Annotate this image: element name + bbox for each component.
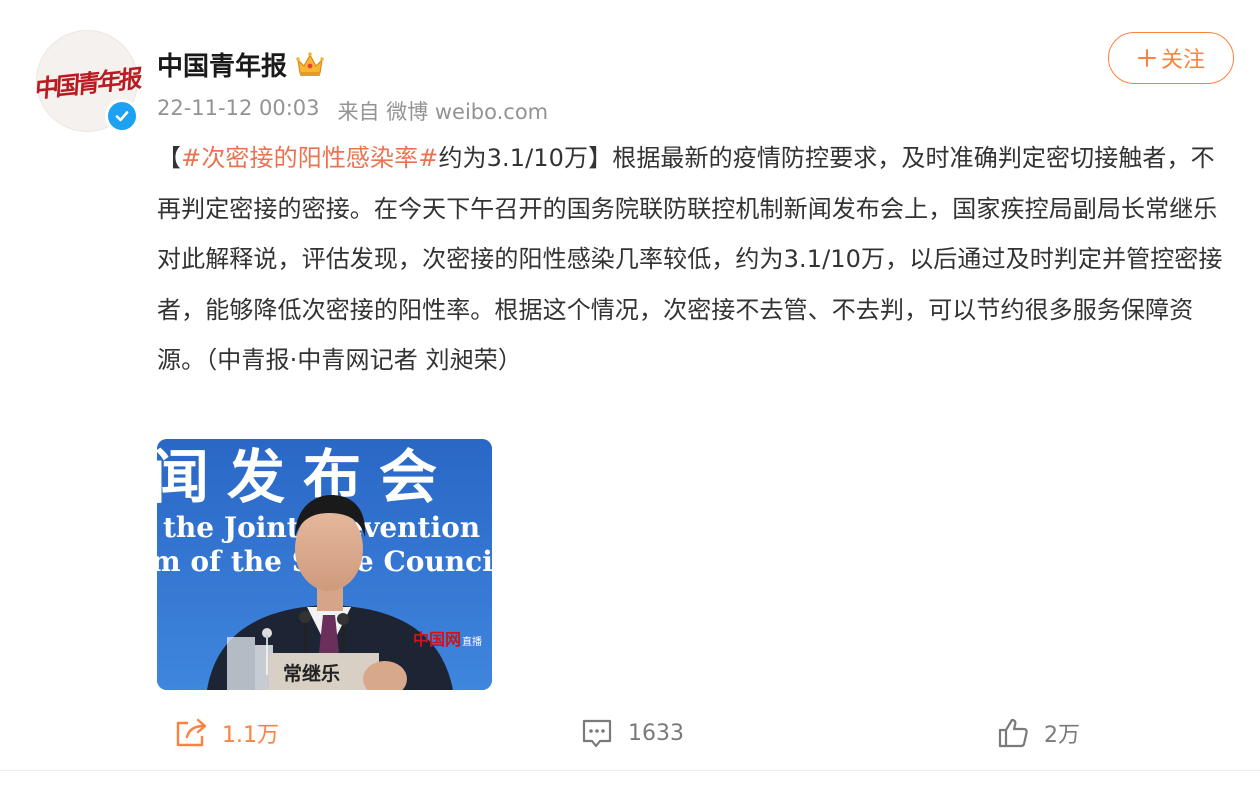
post-text: 【#次密接的阳性感染率#约为3.1/10万】根据最新的疫情防控要求，及时准确判定… [157, 133, 1232, 386]
like-button[interactable]: 2万 [996, 708, 1080, 758]
author-name[interactable]: 中国青年报 [157, 46, 287, 83]
water-bottle [227, 637, 255, 690]
avatar-logo: 中国青年报 [33, 62, 141, 104]
banner-chinese: 闻发布会 [157, 443, 455, 511]
avatar[interactable]: 中国青年报 [33, 30, 141, 133]
follow-button[interactable]: 关注 [1108, 32, 1234, 84]
verified-icon [105, 99, 139, 133]
watermark-sub: 直播 [462, 635, 482, 648]
nameplate-text: 常继乐 [283, 662, 340, 685]
post-source: 来自 微博 weibo.com [337, 100, 549, 124]
crown-icon[interactable] [295, 51, 325, 79]
author-row: 中国青年报 [157, 46, 325, 83]
post-body-text: 根据最新的疫情防控要求，及时准确判定密切接触者，不再判定密接的密接。在今天下午召… [157, 144, 1223, 374]
repost-count: 1.1万 [222, 723, 279, 748]
headline-open-bracket: 【 [157, 144, 182, 172]
divider [0, 770, 1260, 771]
post-timestamp[interactable]: 22-11-12 00:03 [157, 96, 320, 126]
hashtag-link[interactable]: #次密接的阳性感染率# [181, 144, 438, 172]
repost-button[interactable]: 1.1万 [174, 708, 279, 758]
follow-label: 关注 [1160, 48, 1205, 73]
share-icon [176, 718, 207, 747]
comment-count: 1633 [628, 720, 684, 746]
plus-icon [1137, 49, 1156, 67]
comment-icon [582, 719, 612, 748]
comment-button[interactable]: 1633 [580, 708, 684, 758]
post-meta: 22-11-12 00:03 来自 微博 weibo.com [157, 96, 548, 126]
watermark-logo: 中国网 [413, 630, 461, 649]
like-count: 2万 [1044, 723, 1080, 748]
headline-rest: 约为3.1/10万】 [438, 144, 613, 172]
action-bar: 1.1万 1633 2万 [0, 708, 1260, 758]
thumbs-up-icon [998, 718, 1028, 748]
post-image[interactable]: 闻发布会 the Joint Prevention m of the State… [157, 439, 492, 690]
